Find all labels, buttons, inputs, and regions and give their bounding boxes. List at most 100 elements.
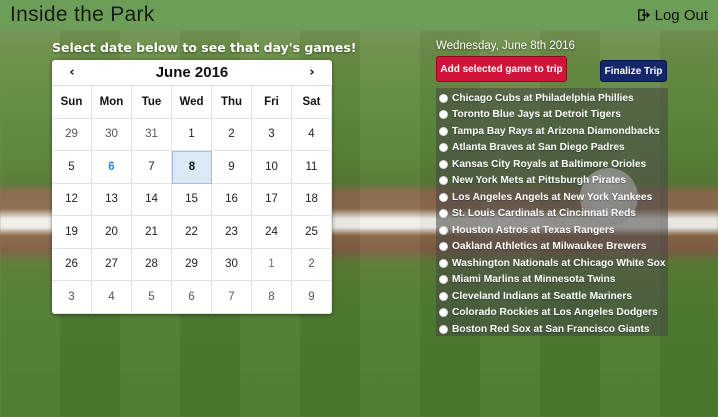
game-label: Houston Astros at Texas Rangers <box>452 224 615 236</box>
game-option[interactable]: Oakland Athletics at Milwaukee Brewers <box>436 239 668 256</box>
calendar-day[interactable]: 2 <box>212 118 252 151</box>
game-radio[interactable] <box>439 258 448 268</box>
calendar-day[interactable]: 22 <box>172 216 212 249</box>
calendar-day[interactable]: 16 <box>212 183 252 216</box>
game-label: Toronto Blue Jays at Detroit Tigers <box>452 109 621 121</box>
calendar-day[interactable]: 11 <box>292 151 332 184</box>
calendar-day[interactable]: 25 <box>292 216 332 249</box>
game-label: Washington Nationals at Chicago White So… <box>452 257 666 269</box>
calendar-day[interactable]: 8 <box>172 151 212 184</box>
game-option[interactable]: Cleveland Indians at Seattle Mariners <box>436 288 668 305</box>
calendar-day[interactable]: 30 <box>92 118 132 151</box>
game-option[interactable]: Chicago Cubs at Philadelphia Phillies <box>436 90 668 107</box>
game-label: Oakland Athletics at Milwaukee Brewers <box>452 241 647 253</box>
calendar-day[interactable]: 1 <box>252 248 292 281</box>
calendar-day[interactable]: 9 <box>212 151 252 184</box>
calendar-day[interactable]: 12 <box>52 183 92 216</box>
prev-month-button[interactable]: ‹ <box>66 65 78 80</box>
game-option[interactable]: Kansas City Royals at Baltimore Orioles <box>436 156 668 173</box>
game-radio[interactable] <box>439 143 448 153</box>
calendar-day[interactable]: 9 <box>292 281 332 314</box>
calendar-day[interactable]: 31 <box>132 118 172 151</box>
game-radio[interactable] <box>439 93 448 103</box>
game-label: Miami Marlins at Minnesota Twins <box>452 274 616 286</box>
calendar-day[interactable]: 14 <box>132 183 172 216</box>
game-radio[interactable] <box>439 209 448 219</box>
game-option[interactable]: Colorado Rockies at Los Angeles Dodgers <box>436 305 668 322</box>
calendar-day[interactable]: 5 <box>52 151 92 184</box>
game-option[interactable]: Los Angeles Angels at New York Yankees <box>436 189 668 206</box>
game-option[interactable]: Atlanta Braves at San Diego Padres <box>436 140 668 157</box>
calendar-day[interactable]: 4 <box>92 281 132 314</box>
calendar-day[interactable]: 29 <box>172 248 212 281</box>
calendar-day[interactable]: 6 <box>92 151 132 184</box>
next-month-button[interactable]: › <box>306 65 318 80</box>
game-radio[interactable] <box>439 176 448 186</box>
logout-icon <box>637 9 650 21</box>
calendar-day[interactable]: 3 <box>252 118 292 151</box>
game-label: Boston Red Sox at San Francisco Giants <box>452 323 650 335</box>
game-label: Los Angeles Angels at New York Yankees <box>452 191 653 203</box>
logout-button[interactable]: Log Out <box>637 6 708 24</box>
game-radio[interactable] <box>439 275 448 285</box>
game-option[interactable]: Washington Nationals at Chicago White So… <box>436 255 668 272</box>
app-title: Inside the Park <box>10 3 155 26</box>
calendar-day[interactable]: 20 <box>92 216 132 249</box>
calendar-day[interactable]: 3 <box>52 281 92 314</box>
game-option[interactable]: Miami Marlins at Minnesota Twins <box>436 272 668 289</box>
game-radio[interactable] <box>439 159 448 169</box>
calendar-day[interactable]: 21 <box>132 216 172 249</box>
game-radio[interactable] <box>439 225 448 235</box>
game-label: Cleveland Indians at Seattle Mariners <box>452 290 633 302</box>
game-option[interactable]: Houston Astros at Texas Rangers <box>436 222 668 239</box>
calendar-day[interactable]: 8 <box>252 281 292 314</box>
game-radio[interactable] <box>439 324 448 334</box>
calendar-day[interactable]: 29 <box>52 118 92 151</box>
calendar-day[interactable]: 27 <box>92 248 132 281</box>
selected-date-label: Wednesday, June 8th 2016 <box>436 40 575 52</box>
game-radio[interactable] <box>439 126 448 136</box>
game-radio[interactable] <box>439 242 448 252</box>
weekday-header: Thu <box>212 86 252 119</box>
top-bar: Inside the Park Log Out <box>0 0 718 30</box>
game-option[interactable]: Boston Red Sox at San Francisco Giants <box>436 321 668 338</box>
calendar-day[interactable]: 6 <box>172 281 212 314</box>
game-radio[interactable] <box>439 110 448 120</box>
weekday-header: Sat <box>292 86 332 119</box>
calendar-day[interactable]: 7 <box>212 281 252 314</box>
game-label: Colorado Rockies at Los Angeles Dodgers <box>452 307 658 319</box>
calendar-day[interactable]: 5 <box>132 281 172 314</box>
game-radio[interactable] <box>439 308 448 318</box>
add-game-button[interactable]: Add selected game to trip <box>436 56 567 82</box>
calendar-day[interactable]: 26 <box>52 248 92 281</box>
finalize-trip-button[interactable]: Finalize Trip <box>600 60 667 82</box>
calendar-day[interactable]: 1 <box>172 118 212 151</box>
calendar-day[interactable]: 24 <box>252 216 292 249</box>
weekday-header: Fri <box>252 86 292 119</box>
weekday-header: Sun <box>52 86 92 119</box>
calendar-day[interactable]: 13 <box>92 183 132 216</box>
logout-label: Log Out <box>654 6 708 24</box>
calendar-day[interactable]: 7 <box>132 151 172 184</box>
game-radio[interactable] <box>439 291 448 301</box>
calendar-day[interactable]: 15 <box>172 183 212 216</box>
calendar-month-label: June 2016 <box>155 64 229 81</box>
game-option[interactable]: New York Mets at Pittsburgh Pirates <box>436 173 668 190</box>
calendar-day[interactable]: 28 <box>132 248 172 281</box>
game-option[interactable]: St. Louis Cardinals at Cincinnati Reds <box>436 206 668 223</box>
game-label: Atlanta Braves at San Diego Padres <box>452 142 625 154</box>
calendar-day[interactable]: 30 <box>212 248 252 281</box>
game-radio[interactable] <box>439 192 448 202</box>
game-option[interactable]: Tampa Bay Rays at Arizona Diamondbacks <box>436 123 668 140</box>
weekday-header: Tue <box>132 86 172 119</box>
calendar-day[interactable]: 17 <box>252 183 292 216</box>
calendar-day[interactable]: 18 <box>292 183 332 216</box>
calendar-day[interactable]: 2 <box>292 248 332 281</box>
calendar-day[interactable]: 23 <box>212 216 252 249</box>
game-option[interactable]: Toronto Blue Jays at Detroit Tigers <box>436 107 668 124</box>
instruction-text: Select date below to see that day's game… <box>52 40 357 55</box>
calendar-day[interactable]: 10 <box>252 151 292 184</box>
calendar: ‹ June 2016 › Sun Mon Tue Wed Thu Fri Sat 29 30 3… <box>52 60 332 314</box>
calendar-day[interactable]: 4 <box>292 118 332 151</box>
calendar-day[interactable]: 19 <box>52 216 92 249</box>
